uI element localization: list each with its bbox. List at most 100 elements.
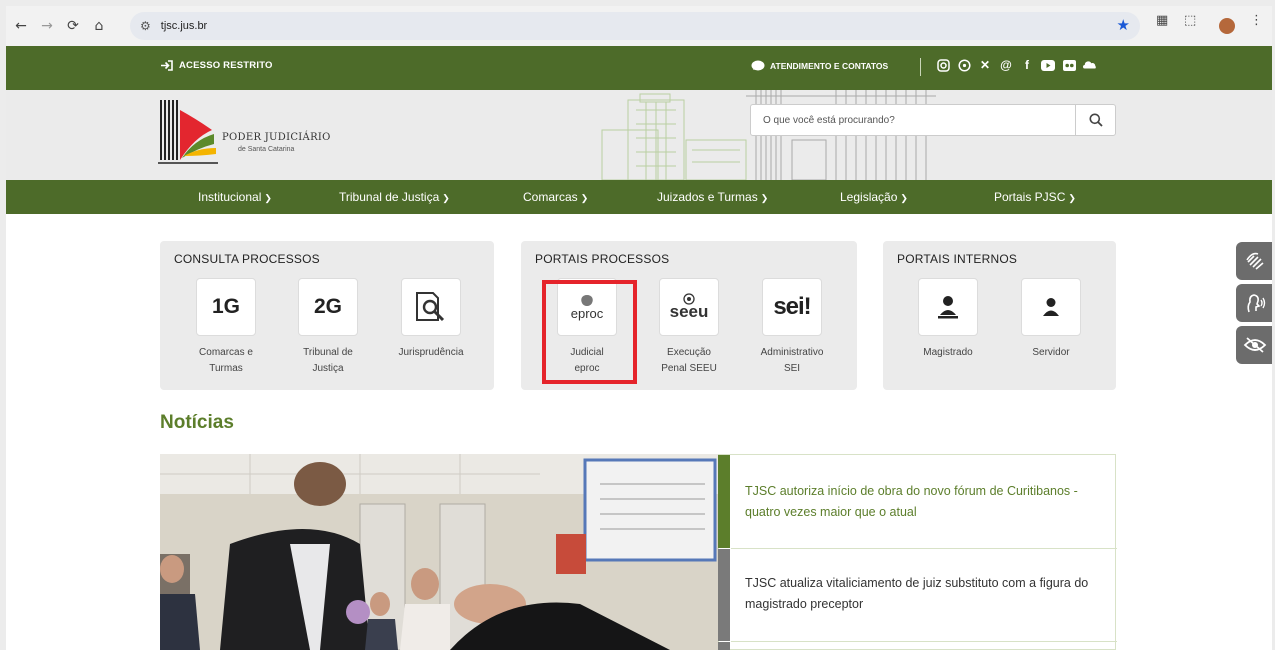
active-indicator	[718, 455, 730, 548]
profile-avatar[interactable]	[1219, 18, 1235, 34]
nav-label: Comarcas	[523, 190, 578, 204]
search-icon	[1089, 113, 1103, 127]
nav-label: Tribunal de Justiça	[339, 190, 440, 204]
chevron-down-icon: ❯	[264, 193, 272, 203]
social-links: ✕ @ f	[936, 57, 1097, 73]
2g-icon: 2G	[298, 278, 358, 336]
news-title: TJSC atualiza vitaliciamento de juiz sub…	[745, 576, 1089, 611]
tile-label: Comarcas e Turmas	[199, 347, 253, 374]
nav-label: Juizados e Turmas	[657, 190, 758, 204]
chevron-down-icon: ❯	[760, 193, 769, 203]
search-input[interactable]	[751, 105, 1071, 135]
tile-label: Servidor	[1032, 347, 1070, 358]
acesso-restrito-link[interactable]: ACESSO RESTRITO	[160, 60, 273, 71]
back-icon[interactable]: ←	[8, 13, 34, 39]
flickr-icon[interactable]	[1062, 57, 1076, 73]
news-photo[interactable]	[160, 454, 718, 650]
tile-label: Execução Penal SEEU	[661, 347, 717, 374]
panel-title: CONSULTA PROCESSOS	[174, 252, 320, 266]
tile-seeu[interactable]: seeu Execução Penal SEEU	[659, 278, 719, 374]
extensions-icon[interactable]: ⬚	[1184, 13, 1196, 28]
tile-label: Jurisprudência	[398, 347, 464, 358]
soundcloud-icon[interactable]	[1083, 57, 1097, 73]
pjsc-logo[interactable]: PODER JUDICIÁRIO de Santa Catarina	[158, 100, 358, 170]
eproc-highlight-box	[542, 280, 637, 384]
portais-internos-panel: PORTAIS INTERNOS Magistrado Servidor	[883, 241, 1116, 390]
instagram-icon[interactable]	[936, 57, 950, 73]
forward-icon[interactable]: →	[34, 13, 60, 39]
nav-portais-pjsc[interactable]: Portais PJSC ❯	[994, 190, 1076, 204]
chevron-down-icon: ❯	[442, 193, 450, 203]
nav-tribunal-de-justica[interactable]: Tribunal de Justiça ❯	[339, 190, 450, 204]
panel-title: PORTAIS INTERNOS	[897, 252, 1018, 266]
tile-jurisprudencia[interactable]: Jurisprudência	[398, 278, 464, 358]
panel-title: PORTAIS PROCESSOS	[535, 252, 670, 266]
news-title: TJSC autoriza início de obra do novo fór…	[745, 484, 1078, 519]
home-icon[interactable]: ⌂	[86, 13, 112, 39]
chevron-down-icon: ❯	[1068, 193, 1076, 203]
sei-wordmark: sei!	[773, 293, 811, 320]
youtube-icon[interactable]	[1041, 57, 1055, 73]
nav-label: Legislação	[840, 190, 898, 204]
tile-magistrado[interactable]: Magistrado	[918, 278, 978, 358]
high-contrast-eye-icon[interactable]	[1236, 326, 1272, 364]
nav-label: Portais PJSC	[994, 190, 1066, 204]
address-bar[interactable]: ⚙ tjsc.jus.br ★	[130, 12, 1140, 40]
site-header: PODER JUDICIÁRIO de Santa Catarina	[6, 90, 1272, 180]
facebook-icon[interactable]: f	[1020, 57, 1034, 73]
user-icon	[1043, 298, 1059, 316]
jurisprudence-search-icon	[416, 292, 445, 322]
nav-institucional[interactable]: Institucional ❯	[198, 190, 272, 204]
top-utility-bar: ACESSO RESTRITO ATENDIMENTO E CONTATOS ✕…	[6, 46, 1272, 90]
inactive-indicator	[718, 642, 730, 650]
nav-legislacao[interactable]: Legislação ❯	[840, 190, 908, 204]
tile-label: Tribunal de Justiça	[303, 347, 353, 374]
reload-icon[interactable]: ⟳	[60, 13, 86, 39]
url-text: tjsc.jus.br	[160, 20, 208, 32]
seeu-wordmark: seeu	[669, 301, 709, 321]
audio-reader-icon[interactable]	[1236, 284, 1272, 322]
chat-bubble-icon	[751, 60, 765, 71]
chevron-down-icon: ❯	[580, 193, 589, 203]
nav-label: Institucional	[198, 190, 262, 204]
1g-icon: 1G	[196, 278, 256, 336]
acesso-restrito-label: ACESSO RESTRITO	[179, 60, 273, 71]
browser-toolbar: ← → ⟳ ⌂ ⚙ tjsc.jus.br ★ ▦ ⬚ ⋮	[6, 6, 1272, 46]
menu-icon[interactable]: ⋮	[1250, 13, 1263, 28]
news-photo-image	[160, 454, 718, 650]
news-item[interactable]	[718, 642, 1117, 650]
logo-title: PODER JUDICIÁRIO	[222, 132, 331, 143]
inactive-indicator	[718, 549, 730, 641]
tile-label: Administrativo SEI	[760, 347, 824, 374]
news-item[interactable]: TJSC atualiza vitaliciamento de juiz sub…	[718, 549, 1117, 641]
nav-comarcas[interactable]: Comarcas ❯	[523, 190, 588, 204]
sign-language-icon[interactable]	[1236, 242, 1272, 280]
search-box	[750, 104, 1116, 136]
consulta-processos-panel: CONSULTA PROCESSOS 1G Comarcas e Turmas 2…	[160, 241, 494, 390]
bookmark-star-icon[interactable]: ★	[1117, 16, 1130, 34]
tile-sei[interactable]: sei! Administrativo SEI	[761, 278, 823, 374]
login-icon	[161, 60, 173, 71]
browser-window: ← → ⟳ ⌂ ⚙ tjsc.jus.br ★ ▦ ⬚ ⋮ ACESSO RES…	[6, 6, 1272, 650]
pjsc-logo-mark	[158, 100, 218, 164]
news-item[interactable]: TJSC autoriza início de obra do novo fór…	[718, 455, 1117, 548]
news-list: TJSC autoriza início de obra do novo fór…	[718, 454, 1117, 650]
logo-subtitle: de Santa Catarina	[238, 146, 295, 153]
atendimento-label: ATENDIMENTO E CONTATOS	[770, 61, 889, 71]
atendimento-link[interactable]: ATENDIMENTO E CONTATOS	[751, 60, 888, 72]
news-heading: Notícias	[160, 412, 234, 433]
nav-juizados-e-turmas[interactable]: Juizados e Turmas ❯	[657, 190, 768, 204]
site-settings-icon[interactable]: ⚙	[140, 19, 151, 33]
threads-icon[interactable]: @	[999, 57, 1013, 73]
tile-servidor[interactable]: Servidor	[1021, 278, 1081, 358]
magistrate-user-icon	[938, 296, 958, 319]
x-twitter-icon[interactable]: ✕	[978, 57, 992, 73]
search-button[interactable]	[1075, 105, 1115, 135]
whatsapp-icon[interactable]	[957, 57, 971, 73]
qr-icon[interactable]: ▦	[1156, 13, 1168, 28]
tile-2g[interactable]: 2G Tribunal de Justiça	[298, 278, 358, 374]
tile-1g[interactable]: 1G Comarcas e Turmas	[196, 278, 256, 374]
divider	[920, 58, 921, 76]
chevron-down-icon: ❯	[900, 193, 908, 203]
main-navigation: Institucional ❯ Tribunal de Justiça ❯ Coma…	[6, 180, 1272, 214]
